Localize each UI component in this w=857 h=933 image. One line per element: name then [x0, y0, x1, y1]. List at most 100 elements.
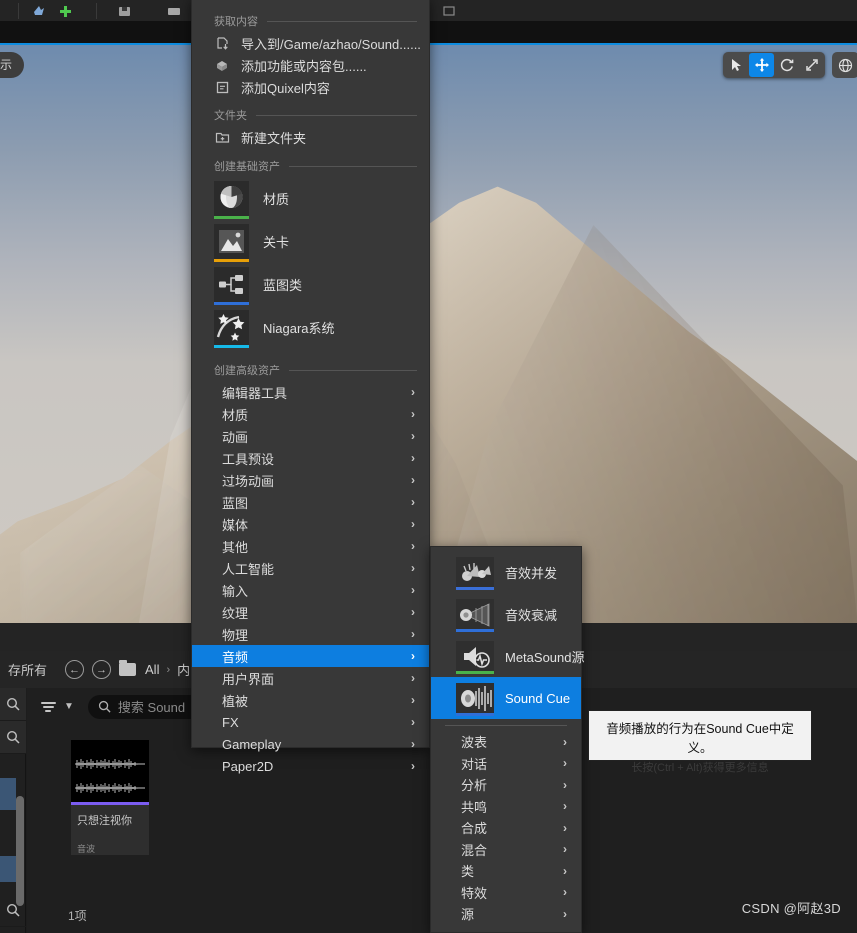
add-content-context-menu[interactable]: 获取内容 导入到/Game/azhao/Sound...... 添加功能或内容包… — [191, 0, 430, 774]
sidebar-tree-item[interactable] — [0, 856, 16, 882]
advanced-asset-item-7[interactable]: 其他 › — [192, 535, 429, 557]
forward-arrow-icon[interactable]: → — [92, 660, 112, 679]
chevron-right-icon: › — [411, 627, 415, 641]
save-all-label[interactable]: 存所有 — [8, 660, 47, 679]
advanced-asset-item-5[interactable]: 蓝图 › — [192, 491, 429, 513]
menu-item-add-quixel[interactable]: 添加Quixel内容 — [192, 76, 429, 98]
breadcrumb-item-content[interactable]: 内 — [177, 660, 190, 679]
advanced-asset-item-4[interactable]: 过场动画 › — [192, 469, 429, 491]
chevron-right-icon: › — [411, 671, 415, 685]
advanced-asset-item-8[interactable]: 人工智能 › — [192, 557, 429, 579]
divider — [289, 369, 417, 371]
viewport-transform-tools[interactable] — [723, 52, 825, 78]
advanced-asset-label: 纹理 — [222, 605, 249, 621]
settings-icon[interactable] — [165, 2, 183, 20]
back-arrow-icon[interactable]: ← — [65, 660, 85, 679]
submenu-item-sound-attenuation[interactable]: 音效衰减 — [431, 593, 581, 635]
asset-type-label: 音波 — [77, 844, 96, 854]
search-icon[interactable] — [0, 894, 26, 927]
advanced-asset-item-12[interactable]: 音频 › — [192, 645, 429, 667]
audio-group-label: 分析 — [461, 778, 488, 794]
chevron-down-icon[interactable]: ▼ — [64, 701, 74, 712]
menu-item-level[interactable]: 关卡 — [192, 220, 429, 263]
chevron-right-icon: › — [411, 517, 415, 531]
audio-group-item-6[interactable]: 类 › — [431, 860, 581, 882]
menu-item-add-feature[interactable]: 添加功能或内容包...... — [192, 54, 429, 76]
sidebar-tree-item[interactable] — [0, 778, 16, 810]
advanced-asset-item-13[interactable]: 用户界面 › — [192, 667, 429, 689]
chevron-right-icon: › — [411, 693, 415, 707]
tooltip: 音频播放的行为在Sound Cue中定义。 长按(Ctrl + Alt)获得更多… — [588, 710, 812, 774]
blueprint-icon[interactable] — [30, 2, 48, 20]
advanced-asset-label: 用户界面 — [222, 671, 275, 687]
submenu-item-label: 音效并发 — [505, 565, 558, 581]
audio-group-item-3[interactable]: 共鸣 › — [431, 796, 581, 818]
audio-group-item-7[interactable]: 特效 › — [431, 882, 581, 904]
advanced-asset-label: 媒体 — [222, 517, 249, 533]
submenu-item-sound-concurrency[interactable]: 音效并发 — [431, 551, 581, 593]
advanced-asset-item-6[interactable]: 媒体 › — [192, 513, 429, 535]
menu-item-import[interactable]: 导入到/Game/azhao/Sound...... — [192, 32, 429, 54]
add-plus-icon[interactable] — [56, 2, 74, 20]
chevron-right-icon: › — [411, 385, 415, 399]
chevron-right-icon: › — [563, 906, 567, 921]
advanced-asset-item-3[interactable]: 工具预设 › — [192, 447, 429, 469]
material-sphere-icon — [214, 181, 249, 219]
advanced-asset-item-14[interactable]: 植被 › — [192, 689, 429, 711]
menu-item-material[interactable]: 材质 — [192, 177, 429, 220]
menu-item-blueprint-class[interactable]: 蓝图类 — [192, 263, 429, 306]
save-icon[interactable] — [115, 2, 133, 20]
audio-group-item-1[interactable]: 对话 › — [431, 753, 581, 775]
move-tool-button[interactable] — [749, 53, 774, 77]
niagara-stars-icon — [214, 310, 249, 348]
asset-thumbnail — [71, 740, 149, 802]
asset-tile[interactable]: 只想注视你 音波 — [71, 740, 149, 855]
submenu-item-sound-cue[interactable]: Sound Cue — [431, 677, 581, 719]
chevron-right-icon: › — [411, 605, 415, 619]
menu-item-label: 新建文件夹 — [241, 130, 307, 146]
scale-tool-button[interactable] — [799, 53, 824, 77]
advanced-asset-item-15[interactable]: FX › — [192, 711, 429, 733]
audio-group-item-8[interactable]: 源 › — [431, 903, 581, 925]
advanced-asset-item-17[interactable]: Paper2D › — [192, 755, 429, 777]
audio-group-item-0[interactable]: 波表 › — [431, 731, 581, 753]
advanced-asset-item-0[interactable]: 编辑器工具 › — [192, 381, 429, 403]
chevron-right-icon: › — [563, 820, 567, 835]
globe-icon[interactable] — [833, 53, 857, 77]
divider — [445, 725, 567, 726]
section-header-advanced-assets: 创建高级资产 — [192, 358, 429, 381]
menu-item-label: 添加功能或内容包...... — [241, 58, 367, 74]
menu-item-label: 材质 — [263, 192, 290, 207]
blueprint-node-icon — [214, 267, 249, 305]
section-header-folders: 文件夹 — [192, 103, 429, 126]
filter-icon[interactable] — [41, 701, 56, 712]
search-icon[interactable] — [0, 721, 26, 754]
menu-item-new-folder[interactable]: 新建文件夹 — [192, 126, 429, 148]
advanced-asset-label: Gameplay — [222, 736, 282, 752]
menu-item-niagara-system[interactable]: Niagara系统 — [192, 306, 429, 349]
advanced-asset-item-16[interactable]: Gameplay › — [192, 733, 429, 755]
sidebar-scrollbar[interactable] — [16, 796, 24, 906]
window-menu-icon[interactable] — [440, 2, 458, 20]
submenu-item-metasound-source[interactable]: MetaSound源 — [431, 635, 585, 677]
folder-icon[interactable] — [119, 660, 137, 676]
audio-group-item-4[interactable]: 合成 › — [431, 817, 581, 839]
chevron-right-icon: › — [563, 885, 567, 900]
section-header-basic-assets: 创建基础资产 — [192, 154, 429, 177]
breadcrumb-item-all[interactable]: All — [145, 662, 159, 677]
select-tool-button[interactable] — [724, 53, 749, 77]
audio-group-item-5[interactable]: 混合 › — [431, 839, 581, 861]
rotate-tool-button[interactable] — [774, 53, 799, 77]
advanced-asset-item-1[interactable]: 材质 › — [192, 403, 429, 425]
search-icon[interactable] — [0, 688, 26, 721]
viewport-coordinate-tools[interactable] — [832, 52, 857, 78]
advanced-asset-item-10[interactable]: 纹理 › — [192, 601, 429, 623]
audio-submenu[interactable]: 音效并发 音效衰减 MetaSound源 Sound Cue 波表 › 对话 ›… — [430, 546, 585, 933]
advanced-asset-item-11[interactable]: 物理 › — [192, 623, 429, 645]
audio-group-item-2[interactable]: 分析 › — [431, 774, 581, 796]
advanced-asset-label: 动画 — [222, 429, 249, 445]
chevron-right-icon: › — [411, 451, 415, 465]
advanced-asset-item-2[interactable]: 动画 › — [192, 425, 429, 447]
advanced-asset-item-9[interactable]: 输入 › — [192, 579, 429, 601]
menu-item-label: Niagara系统 — [263, 321, 335, 336]
